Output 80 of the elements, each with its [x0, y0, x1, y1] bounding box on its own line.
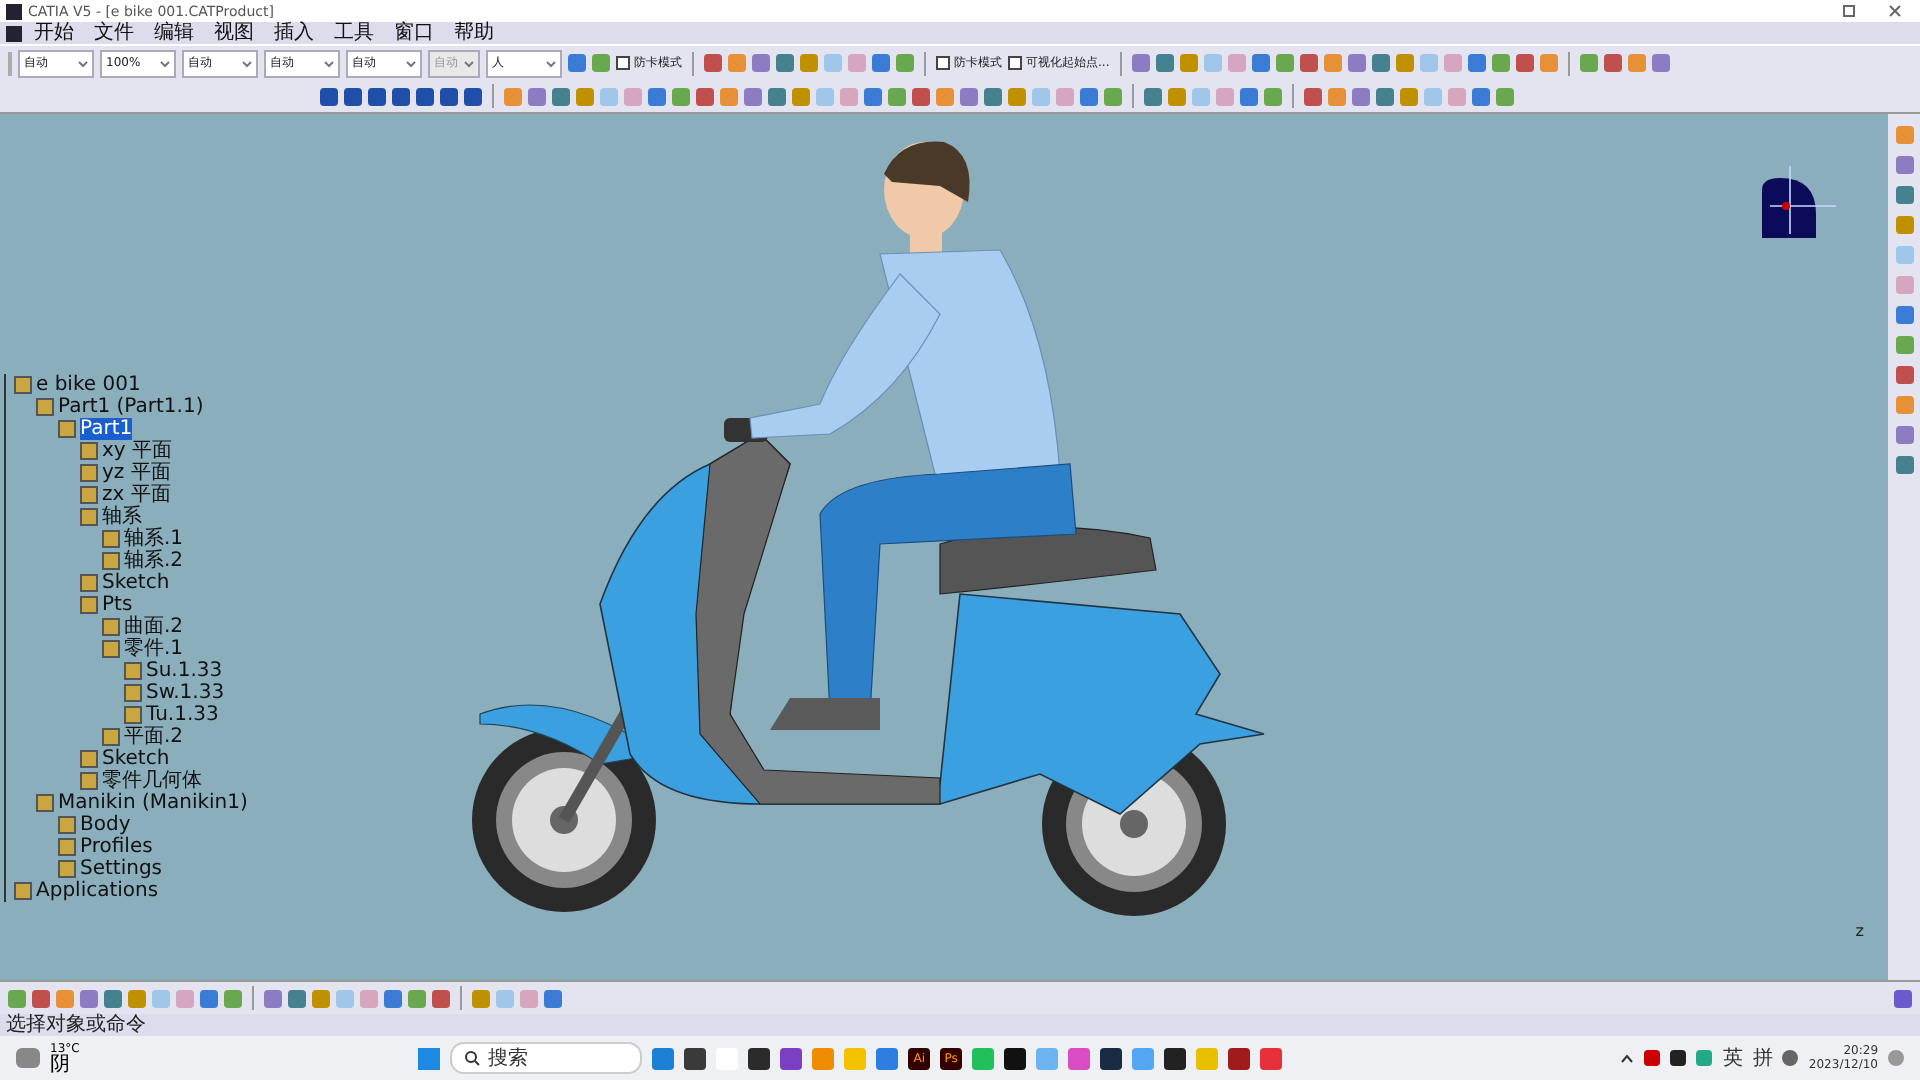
- weather-condition: 阴: [50, 1055, 72, 1075]
- status-message: 选择对象或命令: [6, 1015, 146, 1035]
- tree-item[interactable]: 曲面.2: [124, 616, 184, 638]
- caret-icon: [78, 59, 88, 67]
- tree-item[interactable]: Sketch: [102, 748, 170, 770]
- menu-item[interactable]: 视图: [206, 23, 262, 43]
- input-mode[interactable]: 拼: [1752, 1044, 1773, 1072]
- menu-item[interactable]: 开始: [26, 23, 82, 43]
- tree-node-icon: [58, 838, 76, 856]
- tree-node-icon: [58, 420, 76, 438]
- tree-item[interactable]: 零件几何体: [102, 770, 202, 792]
- search-icon: [464, 1050, 481, 1066]
- app-icon[interactable]: [1100, 1047, 1123, 1069]
- tree-node-icon: [36, 398, 54, 416]
- caret-icon: [546, 59, 556, 67]
- caret-icon: [242, 59, 252, 67]
- tree-item[interactable]: Profiles: [80, 836, 153, 858]
- compass-icon: [1762, 165, 1837, 238]
- tree-item[interactable]: Applications: [36, 880, 159, 902]
- tree-node-icon: [58, 816, 76, 834]
- tree-item[interactable]: 轴系.1: [124, 528, 184, 550]
- tree-node-icon: [102, 728, 120, 746]
- tree-item[interactable]: Part1: [80, 418, 133, 440]
- tree-item[interactable]: 零件.1: [124, 638, 184, 660]
- tree-node-icon: [58, 860, 76, 878]
- menu-item[interactable]: 插入: [266, 23, 322, 43]
- menu-item[interactable]: 编辑: [146, 23, 202, 43]
- menu-item[interactable]: 窗口: [386, 23, 442, 43]
- tree-item[interactable]: Pts: [102, 594, 133, 616]
- caret-icon: [324, 59, 334, 67]
- tree-node-icon: [80, 442, 98, 460]
- search-field[interactable]: 搜索: [450, 1042, 643, 1074]
- tree-item[interactable]: e bike 001: [36, 374, 141, 396]
- tree-item[interactable]: Su.1.33: [146, 660, 223, 682]
- tree-item[interactable]: Sw.1.33: [146, 682, 225, 704]
- menu-item[interactable]: 文件: [86, 23, 142, 43]
- caret-icon: [464, 59, 474, 67]
- axis-label: z: [1855, 922, 1864, 940]
- tree-node-icon: [102, 640, 120, 658]
- app-icon[interactable]: [748, 1047, 771, 1069]
- tree-item[interactable]: Sketch: [102, 572, 170, 594]
- 3d-viewport[interactable]: e bike 001 Part1 (Part1.1) Part1 xy 平面 yz 平面 zx 平面 轴系 轴系.1 轴系.2 Sketch Pts 曲面.2 零件.1 Su.1.33 Sw.1.33 Tu.1.33 平面.2 Sketch 零件几何体 Manikin (Manikin1) Body Profiles Settings Applications z: [0, 114, 1888, 980]
- app-icon[interactable]: [1228, 1047, 1251, 1069]
- app-icon[interactable]: [1004, 1047, 1027, 1069]
- tree-item[interactable]: Manikin (Manikin1): [58, 792, 248, 814]
- tree-node-icon: [80, 486, 98, 504]
- tree-item[interactable]: Settings: [80, 858, 163, 880]
- tree-item[interactable]: 平面.2: [124, 726, 184, 748]
- app-icon[interactable]: [1164, 1047, 1187, 1069]
- tree-node-icon: [124, 684, 142, 702]
- tree-node-icon: [80, 772, 98, 790]
- tree-item[interactable]: Body: [80, 814, 131, 836]
- start-icon[interactable]: [418, 1047, 441, 1069]
- tree-node-icon: [102, 618, 120, 636]
- tree-node-icon: [102, 552, 120, 570]
- tree-item[interactable]: zx 平面: [102, 484, 171, 506]
- tree-node-icon: [102, 530, 120, 548]
- input-language[interactable]: 英: [1722, 1044, 1743, 1072]
- caret-icon: [406, 59, 416, 67]
- tree-node-icon: [80, 574, 98, 592]
- caret-icon: [160, 59, 170, 67]
- tree-node-icon: [14, 376, 32, 394]
- menu-item[interactable]: 帮助: [446, 23, 502, 43]
- tree-node-icon: [14, 882, 32, 900]
- tree-item[interactable]: yz 平面: [102, 462, 171, 484]
- tree-item[interactable]: xy 平面: [102, 440, 173, 462]
- tree-item[interactable]: Tu.1.33: [146, 704, 219, 726]
- app-icon[interactable]: [684, 1047, 707, 1069]
- tree-node-icon: [36, 794, 54, 812]
- tree-node-icon: [124, 662, 142, 680]
- tree-node-icon: [80, 750, 98, 768]
- tree-item[interactable]: 轴系: [102, 506, 142, 528]
- tree-node-icon: [124, 706, 142, 724]
- menu-item[interactable]: 工具: [326, 23, 382, 43]
- tree-node-icon: [80, 464, 98, 482]
- tree-node-icon: [80, 596, 98, 614]
- tree-node-icon: [80, 508, 98, 526]
- tree-item[interactable]: 轴系.2: [124, 550, 184, 572]
- chevron-up-icon[interactable]: [1620, 1053, 1635, 1063]
- tree-item[interactable]: Part1 (Part1.1): [58, 396, 204, 418]
